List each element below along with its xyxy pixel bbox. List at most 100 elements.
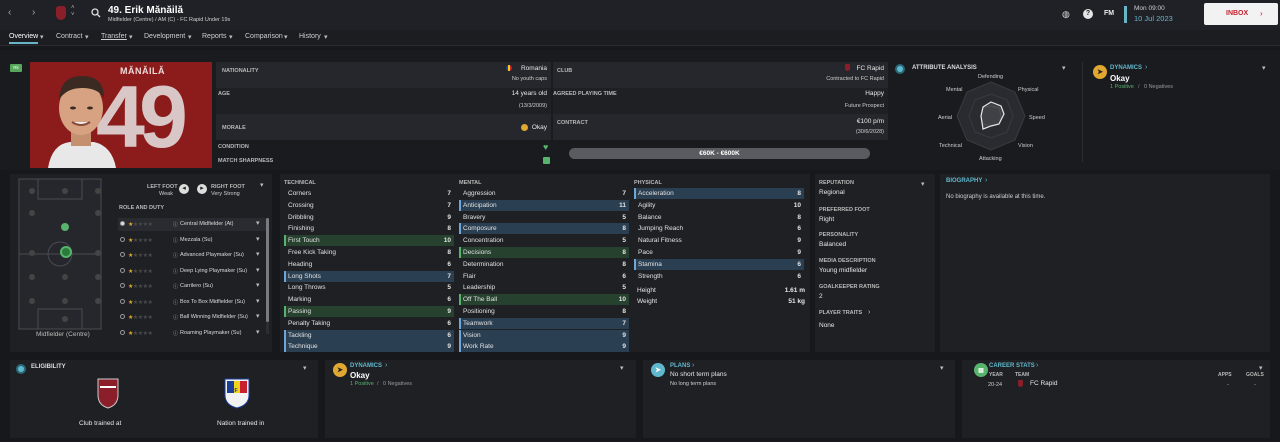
- attribute-row[interactable]: Marking 6: [284, 294, 454, 305]
- attribute-row[interactable]: Crossing 7: [284, 200, 454, 211]
- inbox-button[interactable]: INBOX ›: [1204, 3, 1278, 25]
- attribute-row[interactable]: Tackling 6: [284, 329, 454, 341]
- attribute-row[interactable]: Flair 6: [459, 271, 629, 282]
- career-team[interactable]: FC Rapid: [1030, 380, 1057, 387]
- info-icon[interactable]: ⓘ: [173, 314, 178, 321]
- chevron-down-icon[interactable]: ▾: [256, 281, 260, 289]
- attribute-row[interactable]: Anticipation 11: [459, 199, 629, 211]
- roles-scrollbar[interactable]: [266, 218, 269, 334]
- forward-icon[interactable]: ›: [32, 7, 35, 18]
- chevron-down-icon[interactable]: ▾: [1262, 64, 1266, 72]
- attribute-row[interactable]: Decisions 8: [459, 247, 629, 258]
- attribute-row[interactable]: Leadership 5: [459, 282, 629, 293]
- morale-value[interactable]: Okay: [532, 124, 547, 131]
- player-traits-label[interactable]: PLAYER TRAITS: [819, 310, 862, 316]
- chevron-down-icon[interactable]: ▾: [256, 250, 260, 258]
- fm-menu[interactable]: FM: [1104, 10, 1114, 17]
- chevron-down-icon[interactable]: ▾: [256, 328, 260, 336]
- attribute-row[interactable]: Work Rate 9: [459, 341, 629, 353]
- attribute-row[interactable]: Long Shots 7: [284, 270, 454, 282]
- info-icon[interactable]: ⓘ: [173, 252, 178, 259]
- chevron-down-icon[interactable]: ▾: [256, 266, 260, 274]
- chevron-down-icon[interactable]: ▾: [940, 364, 944, 372]
- info-icon[interactable]: ⓘ: [173, 268, 178, 275]
- attribute-row[interactable]: Stamina 6: [634, 258, 804, 270]
- nationality-value[interactable]: Romania: [521, 65, 547, 72]
- attribute-row[interactable]: Positioning 8: [459, 306, 629, 317]
- tab-history[interactable]: History: [299, 33, 321, 40]
- role-item[interactable]: ★★★★★ ⓘ Central Midfielder (At) ▾: [118, 218, 266, 231]
- attribute-row[interactable]: Dribbling 9: [284, 212, 454, 223]
- globe-icon[interactable]: ◍: [1062, 9, 1070, 20]
- search-icon[interactable]: [91, 8, 101, 18]
- help-icon[interactable]: ?: [1083, 9, 1093, 19]
- tab-development[interactable]: Development: [144, 33, 185, 40]
- biography-title[interactable]: BIOGRAPHY: [946, 178, 982, 184]
- attribute-row[interactable]: Teamwork 7: [459, 317, 629, 329]
- attribute-row[interactable]: Bravery 5: [459, 212, 629, 223]
- attribute-row[interactable]: Jumping Reach 6: [634, 223, 804, 234]
- attribute-row[interactable]: Concentration 5: [459, 235, 629, 246]
- chevron-down-icon[interactable]: ▾: [921, 180, 925, 188]
- chevron-down-icon[interactable]: ▾: [256, 235, 260, 243]
- tab-overview[interactable]: Overview: [9, 33, 39, 44]
- tab-comparison[interactable]: Comparison: [245, 33, 283, 40]
- chevron-down-icon[interactable]: ▾: [620, 364, 624, 372]
- tab-contract[interactable]: Contract: [56, 33, 82, 40]
- attribute-row[interactable]: Vision 9: [459, 329, 629, 341]
- chevron-down-icon[interactable]: ▾: [256, 312, 260, 320]
- attribute-row[interactable]: Pace 9: [634, 247, 804, 258]
- dynamics-title[interactable]: DYNAMICS: [1110, 65, 1142, 71]
- info-icon[interactable]: ⓘ: [173, 237, 178, 244]
- chevron-down-icon[interactable]: ▾: [260, 181, 264, 189]
- info-icon[interactable]: ⓘ: [173, 283, 178, 290]
- role-item[interactable]: ★★★★★ ⓘ Ball Winning Midfielder (Su) ▾: [118, 311, 266, 324]
- info-icon[interactable]: ⓘ: [173, 299, 178, 306]
- current-date[interactable]: 10 Jul 2023: [1134, 14, 1173, 23]
- role-radio[interactable]: [120, 283, 125, 288]
- chevron-down-icon[interactable]: ▾: [256, 297, 260, 305]
- switch-arrows-icon[interactable]: ˄ ˅: [71, 5, 75, 19]
- attribute-row[interactable]: First Touch 10: [284, 235, 454, 247]
- attribute-row[interactable]: Long Throws 5: [284, 282, 454, 293]
- role-radio[interactable]: [120, 221, 125, 226]
- chevron-down-icon[interactable]: ▾: [303, 364, 307, 372]
- chevron-down-icon[interactable]: ▾: [1259, 364, 1263, 372]
- chevron-down-icon[interactable]: ▾: [1062, 64, 1066, 72]
- attribute-row[interactable]: Acceleration 8: [634, 188, 804, 199]
- attribute-row[interactable]: Technique 9: [284, 341, 454, 353]
- role-item[interactable]: ★★★★★ ⓘ Carrilero (Su) ▾: [118, 280, 266, 293]
- chevron-down-icon[interactable]: ▾: [256, 219, 260, 227]
- role-radio[interactable]: [120, 298, 125, 304]
- role-radio[interactable]: [120, 329, 125, 335]
- role-item[interactable]: ★★★★★ ⓘ Deep Lying Playmaker (Su) ▾: [118, 265, 266, 278]
- dynamics-title[interactable]: DYNAMICS: [350, 363, 382, 369]
- role-radio[interactable]: [120, 314, 125, 319]
- attribute-row[interactable]: Strength 6: [634, 271, 804, 282]
- attribute-row[interactable]: Heading 6: [284, 259, 454, 270]
- attribute-row[interactable]: Composure 8: [459, 223, 629, 235]
- club-crest-icon[interactable]: [56, 6, 66, 20]
- role-item[interactable]: ★★★★★ ⓘ Mezzala (Su) ▾: [118, 234, 266, 247]
- attribute-row[interactable]: Balance 8: [634, 212, 804, 223]
- attribute-row[interactable]: Agility 10: [634, 200, 804, 211]
- attribute-row[interactable]: Free Kick Taking 8: [284, 247, 454, 258]
- role-item[interactable]: ★★★★★ ⓘ Box To Box Midfielder (Su) ▾: [118, 296, 266, 309]
- attribute-row[interactable]: Corners 7: [284, 188, 454, 199]
- attribute-row[interactable]: Off The Ball 10: [459, 294, 629, 306]
- plans-title[interactable]: PLANS: [670, 363, 690, 369]
- back-icon[interactable]: ‹: [8, 7, 11, 18]
- info-icon[interactable]: ⓘ: [173, 221, 178, 228]
- role-item[interactable]: ★★★★★ ⓘ Advanced Playmaker (Su) ▾: [118, 249, 266, 262]
- tab-transfer[interactable]: Transfer: [101, 33, 127, 40]
- tab-reports[interactable]: Reports: [202, 33, 227, 40]
- info-icon[interactable]: ⓘ: [173, 330, 178, 337]
- role-radio[interactable]: [120, 236, 125, 242]
- attribute-row[interactable]: Determination 8: [459, 259, 629, 270]
- career-stats-title[interactable]: CAREER STATS: [989, 363, 1035, 369]
- attribute-row[interactable]: Finishing 8: [284, 223, 454, 234]
- role-radio[interactable]: [120, 267, 125, 273]
- role-item[interactable]: ★★★★★ ⓘ Roaming Playmaker (Su) ▾: [118, 327, 266, 340]
- attribute-row[interactable]: Passing 9: [284, 306, 454, 317]
- attribute-row[interactable]: Aggression 7: [459, 188, 629, 199]
